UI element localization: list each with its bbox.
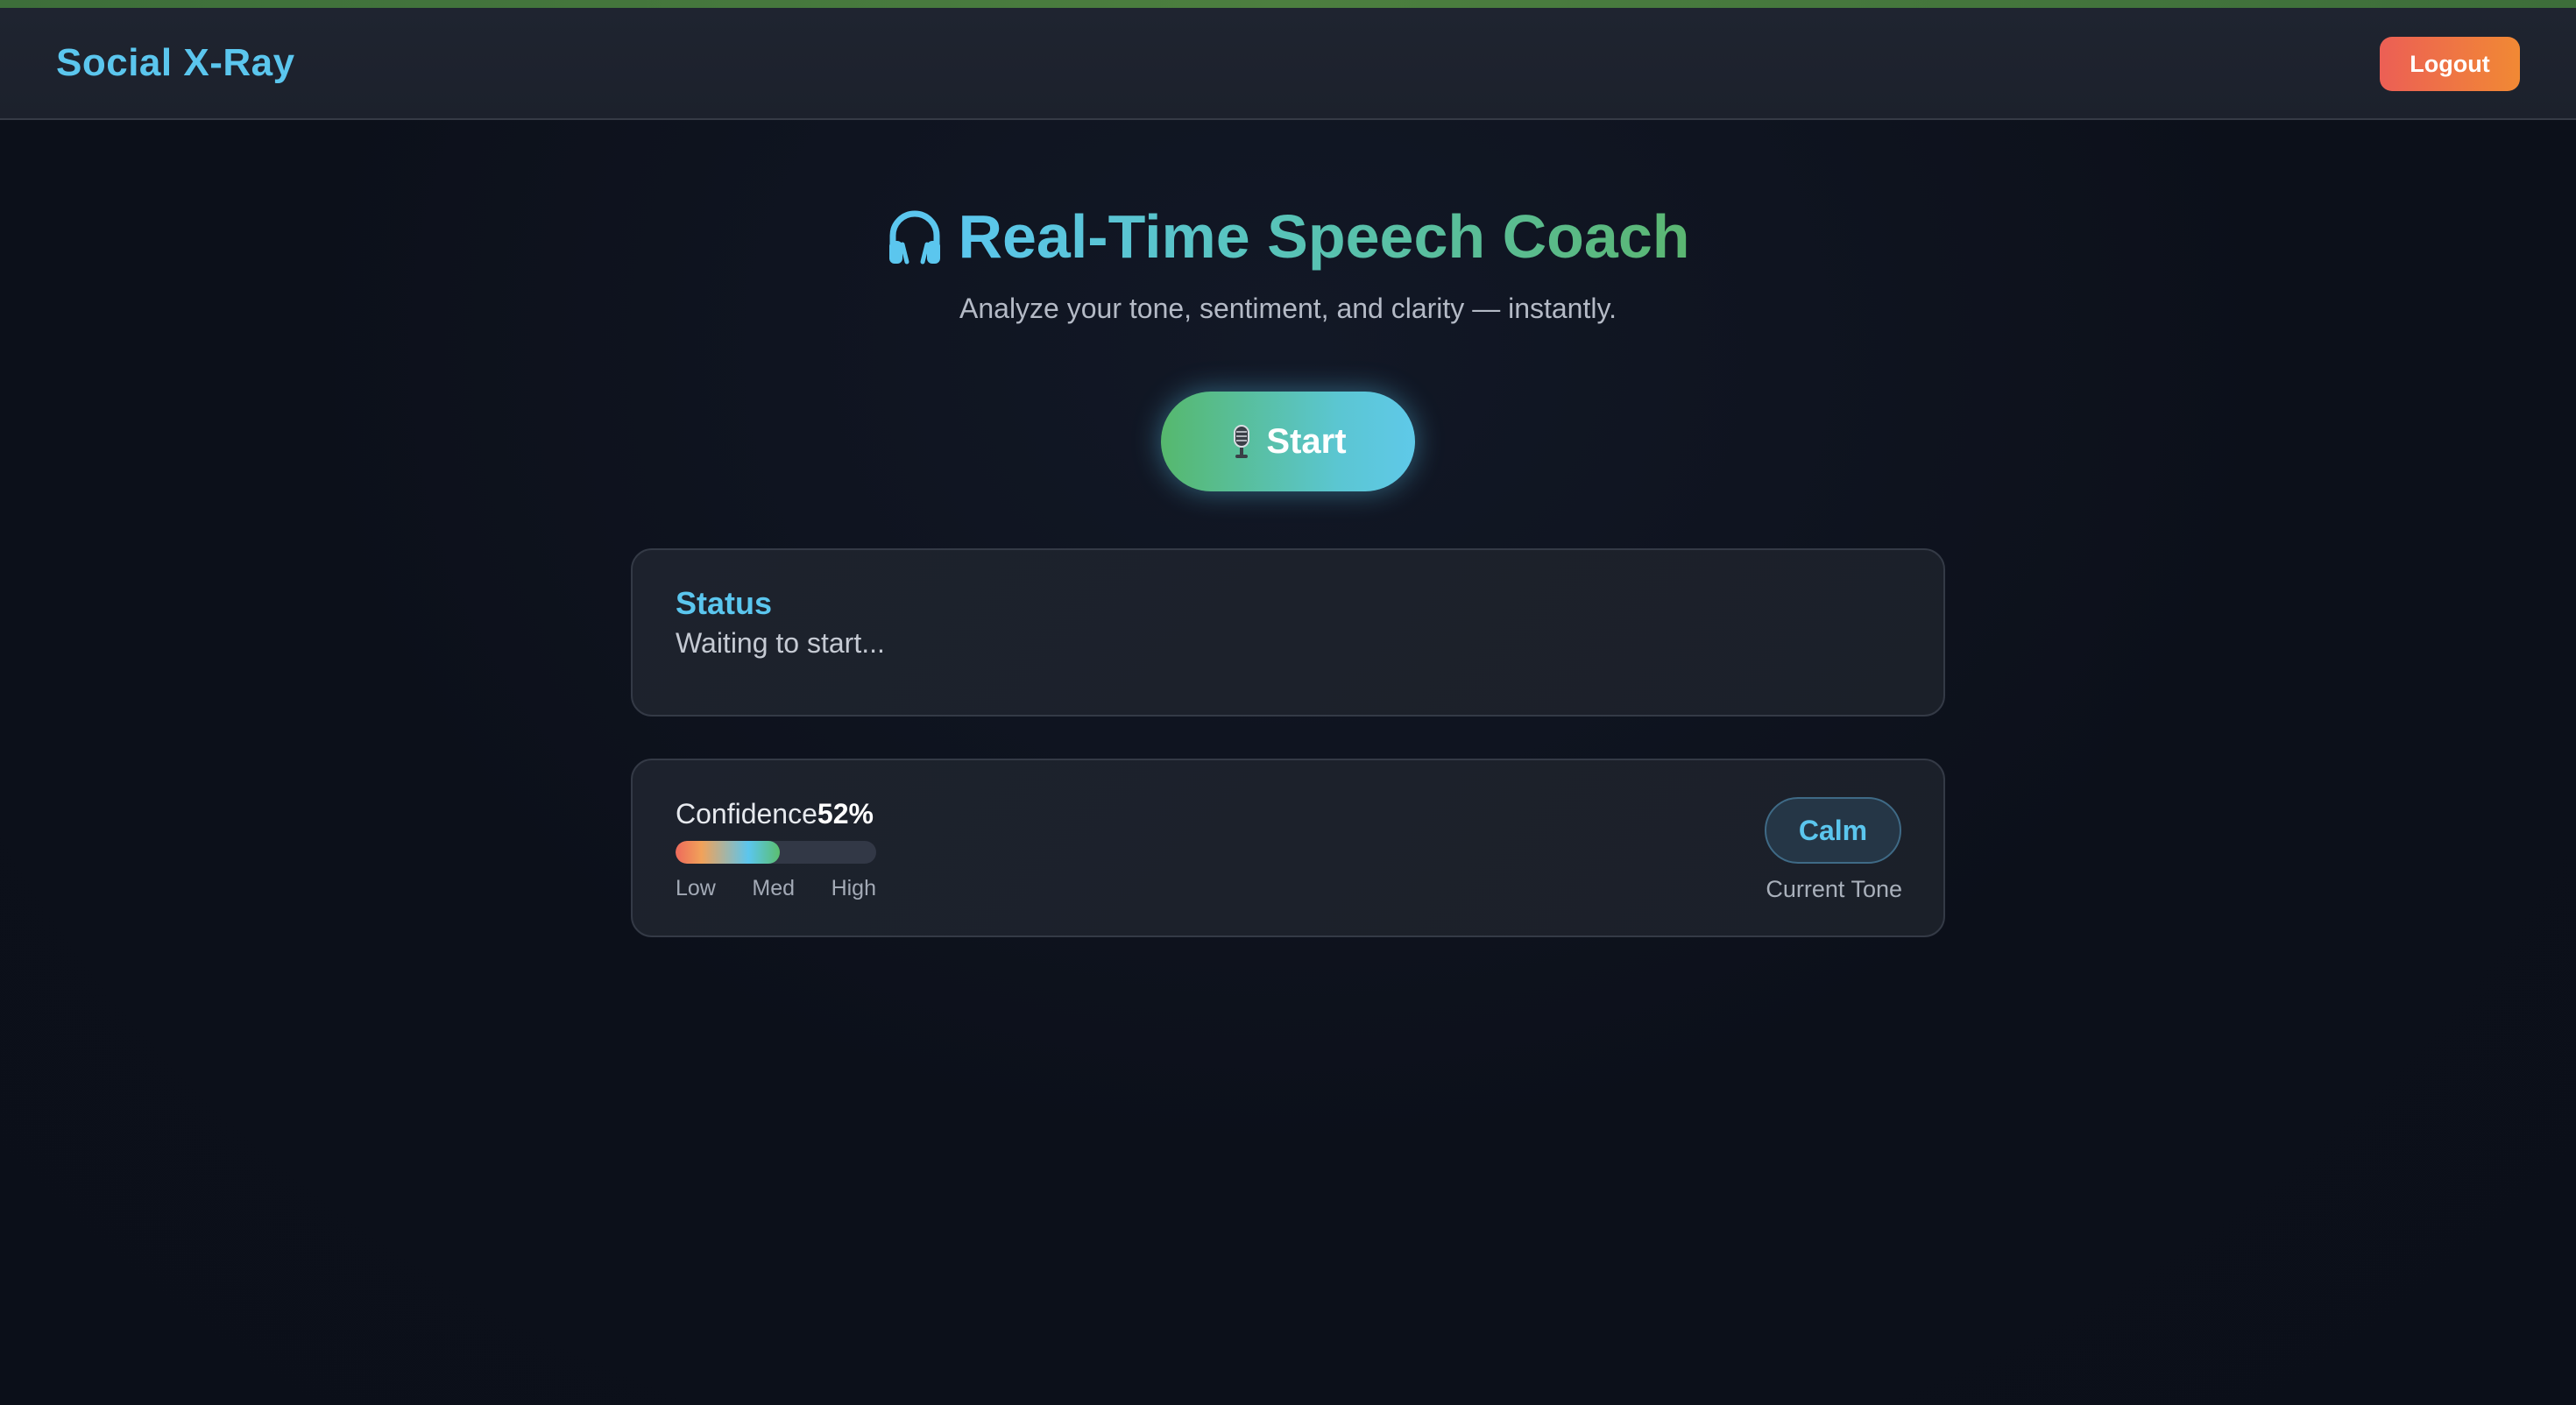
metrics-card: Confidence52% Low Med High Calm Current … [631, 759, 1945, 937]
status-title: Status [676, 585, 773, 621]
confidence-value: 52% [817, 798, 874, 830]
page-title: Real-Time Speech Coach [886, 201, 1690, 272]
microphone-icon [1234, 425, 1250, 458]
page-subtitle: Analyze your tone, sentiment, and clarit… [959, 293, 1617, 324]
scale-low-label: Low [676, 876, 716, 900]
start-button-label: Start [1266, 421, 1347, 461]
confidence-label: Confidence52% [676, 798, 874, 830]
confidence-scale: Low Med High [676, 876, 876, 901]
tone-badge: Calm [1765, 797, 1901, 864]
headphones-icon [889, 210, 941, 265]
confidence-meter [676, 841, 876, 864]
tone-caption: Current Tone [1766, 876, 1902, 902]
top-navbar: Social X-Ray Logout [0, 8, 2576, 120]
scale-high-label: High [831, 876, 876, 900]
brand-logo[interactable]: Social X-Ray [56, 41, 295, 85]
scale-med-label: Med [752, 876, 796, 900]
page-title-text: Real-Time Speech Coach [958, 202, 1690, 271]
logout-button[interactable]: Logout [2380, 37, 2520, 91]
top-accent-bar [0, 0, 2576, 8]
confidence-label-text: Confidence [676, 798, 817, 830]
hero-section: Real-Time Speech Coach Analyze your tone… [0, 201, 2576, 325]
confidence-meter-fill [676, 841, 781, 864]
start-button[interactable]: Start [1161, 392, 1415, 491]
status-text: Waiting to start... [676, 627, 885, 659]
status-card: Status Waiting to start... [631, 548, 1945, 717]
page: Social X-Ray Logout Real-Time Speech Coa… [0, 0, 2576, 1405]
